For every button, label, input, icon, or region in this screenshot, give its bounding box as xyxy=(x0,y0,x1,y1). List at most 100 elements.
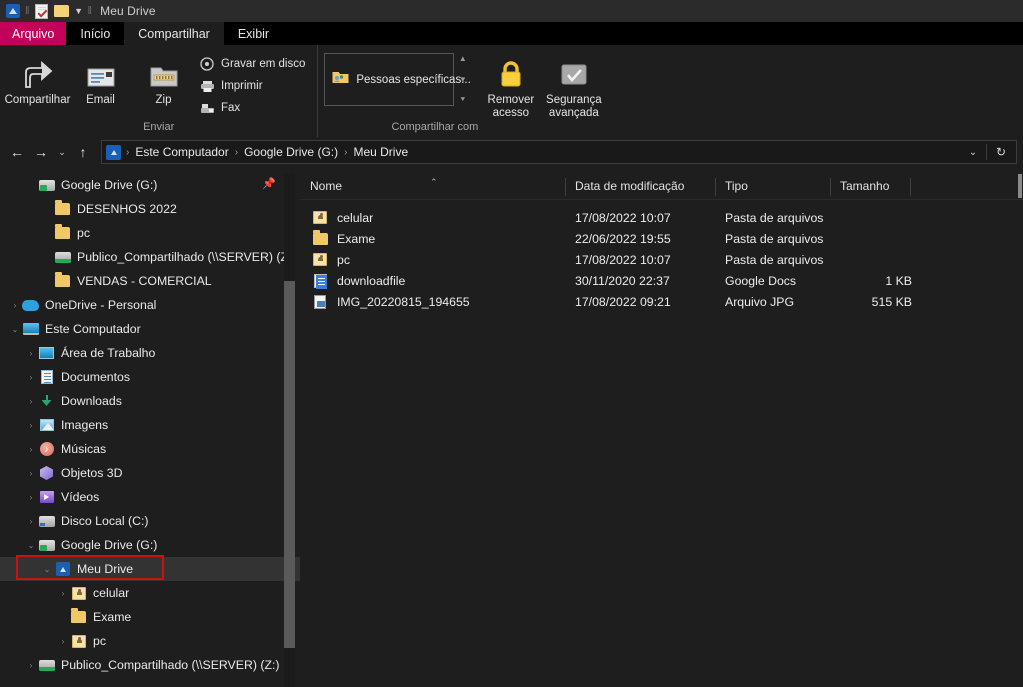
chevron-down-icon[interactable]: ⌄ xyxy=(24,541,38,550)
file-list-scrollbar-thumb[interactable] xyxy=(1018,174,1022,198)
nav-item-desenhos-2022[interactable]: DESENHOS 2022 xyxy=(0,197,300,221)
nav-item-meu-drive[interactable]: ⌄ Meu Drive xyxy=(0,557,300,581)
nav-item-documentos[interactable]: › Documentos xyxy=(0,365,300,389)
breadcrumb-item-google-drive[interactable]: Google Drive (G:) xyxy=(241,145,341,159)
share-with-list[interactable]: Pessoas específicas... xyxy=(324,53,471,106)
back-button[interactable]: ← xyxy=(6,140,28,164)
chevron-right-icon[interactable]: › xyxy=(24,469,38,478)
properties-icon[interactable] xyxy=(32,2,52,20)
table-row[interactable]: downloadfile 30/11/2020 22:37 Google Docs 1… xyxy=(300,270,1023,291)
nav-item-onedrive-personal[interactable]: › OneDrive - Personal xyxy=(0,293,300,317)
chevron-right-icon[interactable]: › xyxy=(24,397,38,406)
google-drive-icon[interactable] xyxy=(3,2,23,20)
chevron-right-icon[interactable]: › xyxy=(56,589,70,598)
folder-icon xyxy=(54,224,71,241)
folder-icon xyxy=(70,608,87,625)
nav-item-pc[interactable]: pc xyxy=(0,221,300,245)
email-button-label: Email xyxy=(86,94,115,106)
share-button[interactable]: Compartilhar xyxy=(4,50,71,107)
table-row[interactable]: Exame 22/06/2022 19:55 Pasta de arquivos xyxy=(300,228,1023,249)
tab-exibir[interactable]: Exibir xyxy=(224,22,283,45)
nav-item-publico-compartilhado-server-z[interactable]: Publico_Compartilhado (\\SERVER) (Z:) xyxy=(0,245,300,269)
column-header-tipo[interactable]: Tipo xyxy=(715,173,830,200)
nav-item-vendas-comercial[interactable]: VENDAS - COMERCIAL xyxy=(0,269,300,293)
nav-item-google-drive-g[interactable]: ⌄ Google Drive (G:) xyxy=(0,533,300,557)
nav-item-este-computador[interactable]: ⌄ Este Computador xyxy=(0,317,300,341)
chevron-down-icon[interactable]: ⌄ xyxy=(40,565,54,574)
shared-folder-icon xyxy=(310,253,330,266)
downloads-icon xyxy=(38,393,55,409)
nav-item-disco-local-c[interactable]: › Disco Local (C:) xyxy=(0,509,300,533)
zip-folder-icon xyxy=(148,54,180,90)
nav-item-v-deos[interactable]: › Vídeos xyxy=(0,485,300,509)
nav-item-pc[interactable]: › pc xyxy=(0,629,300,653)
ribbon-tabs: Arquivo Início Compartilhar Exibir xyxy=(0,22,1023,45)
nav-item-exame[interactable]: Exame xyxy=(0,605,300,629)
nav-item-label: Objetos 3D xyxy=(61,466,123,480)
advanced-security-label-line1: Segurança xyxy=(546,94,602,106)
chevron-right-icon[interactable]: › xyxy=(24,421,38,430)
scroll-up-icon[interactable]: ▲ xyxy=(459,55,467,63)
desktop-icon xyxy=(38,345,55,361)
jpg-file-icon xyxy=(310,294,330,309)
refresh-icon[interactable]: ↻ xyxy=(990,145,1012,159)
burn-to-disc-button[interactable]: Gravar em disco xyxy=(199,55,311,73)
zip-button[interactable]: Zip xyxy=(132,50,195,107)
breadcrumb-item-meu-drive[interactable]: Meu Drive xyxy=(350,145,411,159)
table-row[interactable]: IMG_20220815_194655 17/08/2022 09:21 Arqui… xyxy=(300,291,1023,312)
chevron-right-icon[interactable]: › xyxy=(56,637,70,646)
nav-item-publico-compartilhado-server-z[interactable]: › Publico_Compartilhado (\\SERVER) (Z:) xyxy=(0,653,300,677)
breadcrumb-dropdown-icon[interactable]: ⌄ xyxy=(963,147,983,158)
chevron-right-icon[interactable]: › xyxy=(24,373,38,382)
nav-item-m-sicas[interactable]: › ♪ Músicas xyxy=(0,437,300,461)
breadcrumb-item-este-computador[interactable]: Este Computador xyxy=(132,145,231,159)
breadcrumb[interactable]: › Este Computador › Google Drive (G:) › … xyxy=(101,140,1017,164)
folder-icon xyxy=(54,272,71,289)
remove-access-button[interactable]: Remover acesso xyxy=(479,50,542,119)
nav-item-rea-de-trabalho[interactable]: › Área de Trabalho xyxy=(0,341,300,365)
share-list-scroll-buttons[interactable]: ▲ ▼ ⯆ xyxy=(456,53,469,106)
column-header-data[interactable]: Data de modificação xyxy=(565,173,715,200)
tab-arquivo[interactable]: Arquivo xyxy=(0,22,67,45)
file-size: 1 KB xyxy=(885,273,912,288)
new-folder-icon[interactable] xyxy=(52,2,72,20)
google-drive-icon[interactable] xyxy=(106,144,121,160)
file-list-pane: Nome Data de modificação Tipo Tamanho ⌃ … xyxy=(300,173,1023,687)
nav-item-celular[interactable]: › celular xyxy=(0,581,300,605)
nav-item-label: celular xyxy=(93,586,130,600)
nav-item-imagens[interactable]: › Imagens xyxy=(0,413,300,437)
table-row[interactable]: celular 17/08/2022 10:07 Pasta de arquivos xyxy=(300,207,1023,228)
file-rows: celular 17/08/2022 10:07 Pasta de arquivos… xyxy=(300,200,1023,312)
chevron-right-icon[interactable]: › xyxy=(24,517,38,526)
pin-icon[interactable]: 📌 xyxy=(262,177,276,190)
forward-button[interactable]: → xyxy=(30,140,52,164)
nav-scrollbar-thumb[interactable] xyxy=(284,281,295,648)
tab-compartilhar[interactable]: Compartilhar xyxy=(124,22,224,45)
column-header-tamanho[interactable]: Tamanho xyxy=(830,173,910,200)
advanced-security-button[interactable]: Segurança avançada xyxy=(542,50,605,119)
nav-item-objetos-3d[interactable]: › Objetos 3D xyxy=(0,461,300,485)
nav-item-google-drive-g[interactable]: Google Drive (G:) xyxy=(0,173,300,197)
table-row[interactable]: pc 17/08/2022 10:07 Pasta de arquivos xyxy=(300,249,1023,270)
remove-access-label-line1: Remover xyxy=(487,94,535,106)
scroll-down-icon[interactable]: ▼ xyxy=(459,75,467,84)
email-button[interactable]: Email xyxy=(69,50,132,107)
nav-item-downloads[interactable]: › Downloads xyxy=(0,389,300,413)
expand-gallery-icon[interactable]: ⯆ xyxy=(460,96,466,104)
chevron-right-icon[interactable]: › xyxy=(24,445,38,454)
file-name: Exame xyxy=(337,231,376,246)
chevron-right-icon[interactable]: › xyxy=(8,301,22,310)
share-arrow-icon xyxy=(22,54,54,90)
security-shield-icon xyxy=(558,54,590,90)
print-button[interactable]: Imprimir xyxy=(199,77,311,95)
recent-locations-chevron-icon[interactable]: ⌄ xyxy=(54,140,70,164)
customize-chevron-icon[interactable]: ▼ xyxy=(72,6,86,16)
tab-inicio[interactable]: Início xyxy=(66,22,124,45)
chevron-right-icon[interactable]: › xyxy=(24,493,38,502)
up-button[interactable]: ↑ xyxy=(72,140,94,164)
chevron-right-icon[interactable]: › xyxy=(24,661,38,670)
share-button-label: Compartilhar xyxy=(4,94,71,106)
fax-button[interactable]: Fax xyxy=(199,99,311,117)
chevron-right-icon[interactable]: › xyxy=(24,349,38,358)
chevron-down-icon[interactable]: ⌄ xyxy=(8,325,22,334)
